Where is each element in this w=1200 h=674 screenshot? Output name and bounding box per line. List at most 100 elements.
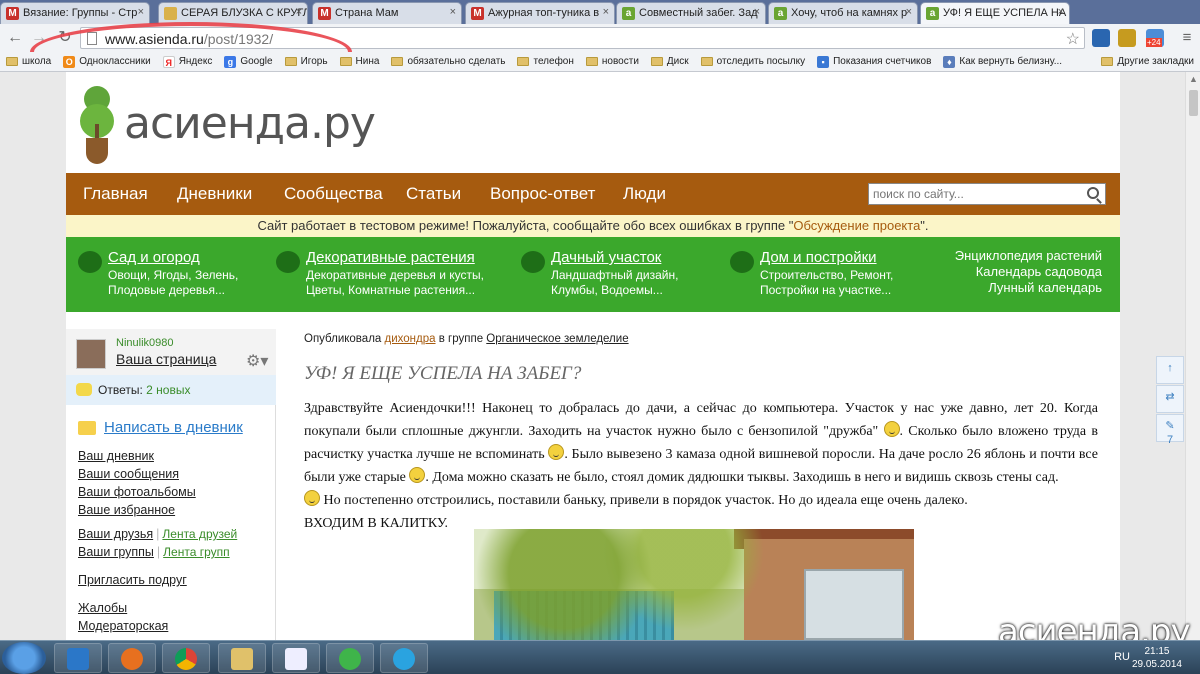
back-arrow-icon[interactable]: ←: [4, 28, 26, 48]
bookmark[interactable]: телефон: [517, 56, 574, 67]
extension-icon[interactable]: [1118, 29, 1136, 47]
nav-qa[interactable]: Вопрос-ответ: [490, 184, 595, 204]
lunar-calendar-link[interactable]: Лунный календарь: [955, 280, 1102, 296]
bookmark[interactable]: новости: [585, 56, 639, 67]
taskbar-app[interactable]: [108, 643, 156, 673]
my-page-link[interactable]: Ваша страница: [116, 351, 216, 367]
extension-icon[interactable]: [1092, 29, 1110, 47]
invite-link[interactable]: Пригласить подруг: [78, 573, 187, 587]
author-link[interactable]: дихондра: [385, 333, 436, 345]
my-diary-link[interactable]: Ваш дневник: [78, 449, 154, 463]
scroll-thumb[interactable]: [1189, 90, 1198, 116]
write-diary-link[interactable]: Написать в дневник: [78, 419, 243, 436]
bookmark[interactable]: отследить посылку: [700, 56, 805, 67]
avatar[interactable]: [76, 339, 106, 369]
post-title: УФ! Я ЕЩЕ УСПЕЛА НА ЗАБЕГ?: [304, 363, 582, 384]
search-input[interactable]: [869, 184, 1079, 204]
bookmark[interactable]: обязательно сделать: [391, 56, 505, 67]
tab-1[interactable]: M Вязание: Группы - Стр ×: [0, 2, 150, 24]
close-icon[interactable]: ×: [296, 6, 302, 18]
close-icon[interactable]: ×: [450, 6, 456, 18]
clock[interactable]: 21:15 29.05.2014: [1132, 645, 1182, 671]
username[interactable]: Ninulik0980: [116, 337, 173, 349]
folder-icon: [391, 57, 404, 66]
taskbar-app[interactable]: [326, 643, 374, 673]
close-icon[interactable]: ×: [1058, 6, 1064, 18]
nav-diaries[interactable]: Дневники: [177, 184, 252, 204]
windows-icon: ▪: [817, 55, 830, 68]
gear-icon[interactable]: ⚙▾: [246, 351, 268, 371]
page-scrollbar[interactable]: ▲: [1185, 72, 1200, 640]
bookmark-star-icon[interactable]: ☆: [1066, 29, 1080, 49]
groups-row: Ваши группы | Лента групп: [78, 545, 230, 559]
site-container: асиенда.ру Главная Дневники Сообщества С…: [66, 72, 1120, 640]
nav-communities[interactable]: Сообщества: [284, 184, 383, 204]
my-albums-link[interactable]: Ваши фотоальбомы: [78, 485, 196, 499]
other-bookmarks[interactable]: Другие закладки: [1101, 56, 1194, 67]
encyclopedia-link[interactable]: Энциклопедия растений: [955, 248, 1102, 264]
bookmark[interactable]: школа: [6, 56, 51, 67]
folder-icon: [339, 57, 352, 66]
mail-icon: M: [318, 7, 331, 20]
bookmark[interactable]: Я Яндекс: [162, 55, 212, 68]
spade-icon: [86, 138, 108, 164]
nav-people[interactable]: Люди: [623, 184, 666, 204]
logo-text: асиенда.ру: [124, 98, 376, 149]
smiley-icon: [409, 467, 426, 483]
group-link[interactable]: Органическое земледелие: [486, 333, 628, 345]
tab-7-active[interactable]: a УФ! Я ЕЩЕ УСПЕЛА НА ×: [920, 2, 1070, 24]
page-viewport: асиенда.ру Главная Дневники Сообщества С…: [0, 72, 1185, 640]
bookmark[interactable]: Диск: [650, 56, 689, 67]
menu-icon[interactable]: ≡: [1176, 28, 1198, 48]
bookmark[interactable]: Игорь: [284, 56, 328, 67]
bookmark[interactable]: Нина: [339, 56, 379, 67]
my-favorites-link[interactable]: Ваше избранное: [78, 503, 175, 517]
start-button[interactable]: [2, 642, 46, 674]
scroll-top-icon[interactable]: ↑: [1156, 356, 1184, 384]
taskbar-app[interactable]: [162, 643, 210, 673]
discussion-link[interactable]: Обсуждение проекта: [793, 218, 920, 233]
taskbar-app[interactable]: [272, 643, 320, 673]
bookmark[interactable]: ♦ Как вернуть белизну...: [943, 55, 1062, 68]
complaints-link[interactable]: Жалобы: [78, 601, 127, 615]
tab-5[interactable]: a Совместный забег. Зад ×: [616, 2, 766, 24]
calendar-link[interactable]: Календарь садовода: [955, 264, 1102, 280]
new-answers-link[interactable]: 2 новых: [146, 383, 190, 397]
tab-6[interactable]: a Хочу, чтоб на камнях р ×: [768, 2, 918, 24]
my-groups-link[interactable]: Ваши группы: [78, 545, 154, 559]
refresh-icon[interactable]: ⇄: [1156, 385, 1184, 413]
site-logo[interactable]: асиенда.ру: [80, 84, 400, 168]
smiley-icon: [548, 444, 565, 460]
bookmark[interactable]: ▪ Показания счетчиков: [817, 55, 931, 68]
my-messages-link[interactable]: Ваши сообщения: [78, 467, 179, 481]
tab-4[interactable]: M Ажурная топ-туника в ×: [465, 2, 615, 24]
friends-feed-link[interactable]: Лента друзей: [162, 527, 237, 541]
mail-icon: M: [471, 7, 484, 20]
nav-articles[interactable]: Статьи: [406, 184, 461, 204]
tab-2[interactable]: СЕРАЯ БЛУЗКА С КРУГЛ ×: [158, 2, 308, 24]
taskbar-app[interactable]: [54, 643, 102, 673]
close-icon[interactable]: ×: [754, 6, 760, 18]
taskbar-app[interactable]: [218, 643, 266, 673]
garden-photo[interactable]: [474, 529, 914, 640]
bookmark[interactable]: g Google: [224, 55, 273, 68]
close-icon[interactable]: ×: [603, 6, 609, 18]
nav-home[interactable]: Главная: [83, 184, 148, 204]
search-icon[interactable]: [1087, 187, 1099, 199]
tab-3[interactable]: M Страна Мам ×: [312, 2, 462, 24]
test-mode-notice: Сайт работает в тестовом режиме! Пожалуй…: [66, 215, 1120, 237]
close-icon[interactable]: ×: [906, 6, 912, 18]
weather-icon[interactable]: +24: [1146, 29, 1164, 47]
close-icon[interactable]: ×: [138, 6, 144, 18]
language-indicator[interactable]: RU: [1114, 651, 1130, 663]
folder-icon: [700, 57, 713, 66]
bookmark[interactable]: О Одноклассники: [63, 55, 151, 68]
folder-icon: [650, 57, 663, 66]
groups-feed-link[interactable]: Лента групп: [163, 545, 229, 559]
smiley-icon: [883, 421, 900, 437]
comments-button[interactable]: ✎ 7: [1156, 414, 1184, 446]
my-friends-link[interactable]: Ваши друзья: [78, 527, 153, 541]
taskbar-app[interactable]: [380, 643, 428, 673]
scroll-up-icon[interactable]: ▲: [1189, 74, 1198, 84]
moderator-link[interactable]: Модераторская: [78, 619, 168, 633]
